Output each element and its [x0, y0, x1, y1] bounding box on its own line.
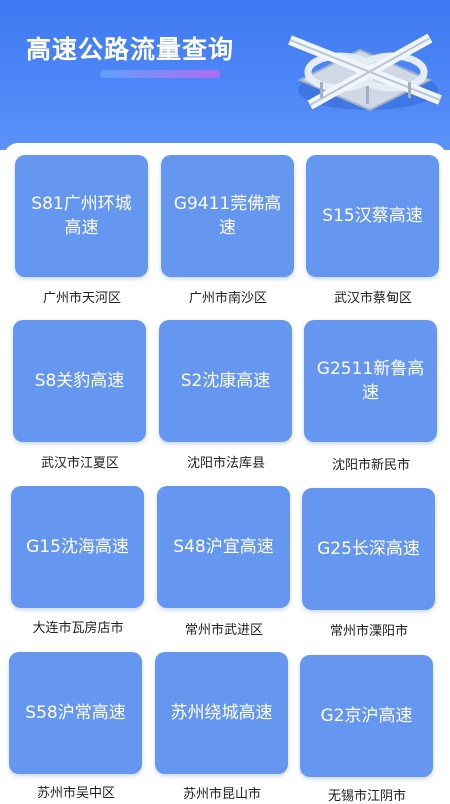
highway-card[interactable]: S48沪宜高速 — [157, 486, 290, 608]
highway-location: 无锡市江阴市 — [327, 789, 406, 804]
highway-card[interactable]: G25长深高速 — [302, 488, 435, 610]
highway-location: 武汉市江夏区 — [40, 456, 119, 471]
highway-card[interactable]: S81广州环城高速 — [15, 155, 148, 277]
highway-card[interactable]: G15沈海高速 — [11, 486, 144, 608]
highway-location: 常州市溧阳市 — [329, 624, 408, 639]
highway-card[interactable]: S15汉蔡高速 — [306, 155, 439, 277]
highway-location: 苏州市昆山市 — [182, 787, 261, 802]
highway-location: 武汉市蔡甸区 — [333, 291, 412, 306]
highway-card[interactable]: S8关豹高速 — [13, 320, 146, 442]
highway-card[interactable]: G2511新鲁高速 — [304, 320, 437, 442]
highway-name: G2511新鲁高速 — [316, 359, 425, 403]
highway-name: G9411莞佛高速 — [173, 194, 282, 238]
highway-location: 沈阳市法库县 — [186, 456, 265, 471]
highway-card[interactable]: S2沈康高速 — [159, 320, 292, 442]
highway-location: 广州市天河区 — [42, 291, 121, 306]
highway-card[interactable]: 苏州绕城高速 — [155, 652, 288, 774]
highway-name: G25长深高速 — [317, 539, 420, 559]
highway-location: 常州市武进区 — [184, 623, 263, 638]
highway-name: S15汉蔡高速 — [322, 206, 423, 226]
highway-name: S8关豹高速 — [34, 371, 125, 391]
highway-location: 苏州市吴中区 — [36, 786, 115, 801]
highway-name: G15沈海高速 — [26, 537, 129, 557]
highway-name: S48沪宜高速 — [173, 537, 274, 557]
highway-name: S81广州环城高速 — [31, 194, 132, 238]
highway-location: 大连市瓦房店市 — [32, 621, 124, 636]
highway-name: S58沪常高速 — [25, 703, 126, 723]
highway-location: 广州市南沙区 — [188, 291, 267, 306]
highway-name: S2沈康高速 — [180, 371, 271, 391]
highway-card[interactable]: G2京沪高速 — [300, 655, 433, 777]
highway-name: 苏州绕城高速 — [170, 703, 273, 723]
highway-card[interactable]: G9411莞佛高速 — [161, 155, 294, 277]
highway-name: G2京沪高速 — [320, 706, 413, 726]
highway-grid: S81广州环城高速 广州市天河区 G9411莞佛高速 广州市南沙区 S15汉蔡高… — [0, 0, 450, 804]
highway-card[interactable]: S58沪常高速 — [9, 652, 142, 774]
highway-location: 沈阳市新民市 — [331, 458, 410, 473]
